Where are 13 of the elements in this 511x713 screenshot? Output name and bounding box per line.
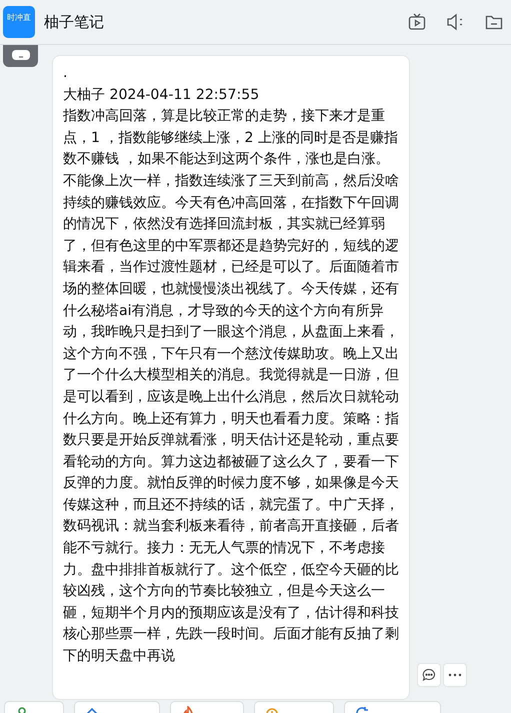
more-icon: [448, 673, 462, 677]
comment-button[interactable]: [417, 663, 441, 687]
tv-play-icon[interactable]: [408, 13, 426, 31]
message-dot: .: [63, 64, 68, 83]
app-logo: 时冲直: [3, 6, 35, 38]
message-author: 大柚子 2024-04-11 22:57:55: [63, 86, 260, 105]
folder-icon[interactable]: [485, 13, 503, 31]
speech-bubble-icon: [422, 668, 436, 682]
avatar-icon: [3, 45, 38, 67]
window-title: 柚子笔记: [44, 12, 105, 32]
more-button[interactable]: [443, 663, 467, 687]
speaker-icon[interactable]: [446, 13, 465, 31]
message-text: 指数冲高回落，算是比较正常的走势，接下来才是重点，1 ，指数能够继续上涨，2 上涨的同时是否是赚指数不赚钱 ，如果不能达到这两个条件，涨也是白涨。不能像上次一样，指数连续涨了三天到前高，然后没啥持续的赚钱效应。今天有色冲高回落，在指数下午回调的情况下，依然没有选择回流封板，其实就已经算弱了，但有色这里的中军票都还是趋势完好的，短线的逻辑来看，当作过渡性题材，已经是可以了。后面随着市场的整体回暖，也就慢慢淡出视线了。今天传媒，还有什么秘塔ai有消息，才导致的今天的这个方向有所异动，我昨晚只是扫到了一眼这个消息，从盘面上来看，这个方向不强，下午只有一个慈汶传媒助攻。晚上又出了一个什么大模型相关的消息。我觉得就是一日游，但是可以看到，应该是晚上出什么消息，然后次日就轮动什么方向。晚上还有算力，明天也看看力度。策略：指数只要是开始反弹就看涨，明天估计还是轮动，重点要看轮动的方向。算力这边都被砸了这么久了，要看一下反弹的力度。就怕反弹的时候力度不够，如果像是今天传媒这种，而且还不持续的话，就完蛋了。中广天择，数码视讯：就当套利板来看待，前者高开直接砸，后者能不亏就行。接力：无无人气票的情况下，不考虑接力。盘中排排首板就行了。这个低空，低空今天砸的比较凶残，这个方向的节奏比较独立，但是今天这么一砸，短期半个月内的预期应该是没有了，估计得和科技核心那些票一样，先跌一段时间。后面才能有反抽了剩下的明天盘中再说: [63, 107, 400, 666]
